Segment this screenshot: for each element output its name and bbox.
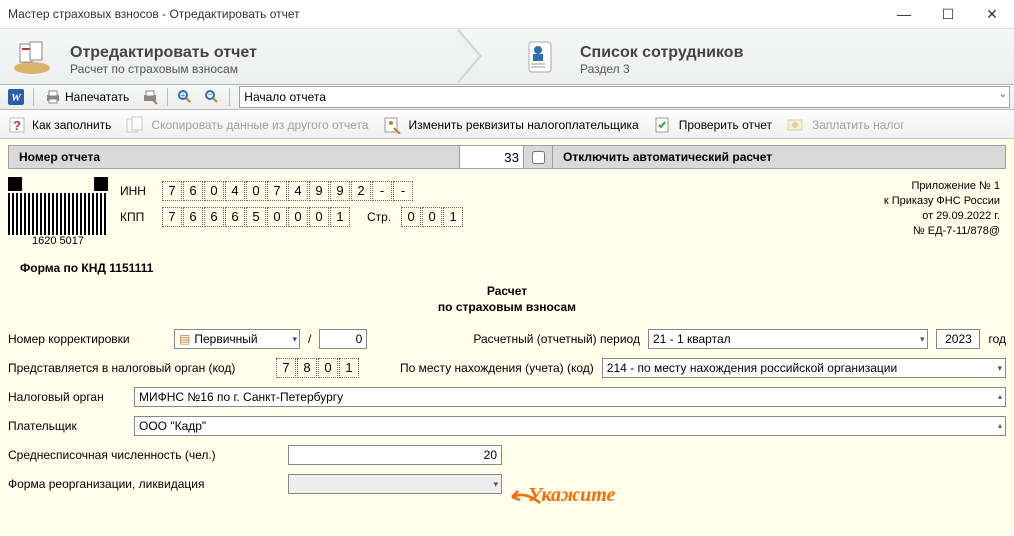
copy-from-report-label: Скопировать данные из другого отчета <box>151 118 368 132</box>
chevron-down-icon: ▾ <box>920 334 925 345</box>
wizard-step2-subtitle: Раздел 3 <box>580 62 743 76</box>
report-number-input[interactable] <box>460 146 524 168</box>
chevron-down-icon: ▾ <box>292 334 297 345</box>
correction-type-dropdown[interactable]: ▤ Первичный ▾ <box>174 329 300 349</box>
wizard-step1-subtitle: Расчет по страховым взносам <box>70 62 257 76</box>
document-title: Расчет по страховым взносам <box>8 283 1006 315</box>
tax-org-value: МИФНС №16 по г. Санкт-Петербургу <box>139 390 343 404</box>
print-settings-button[interactable] <box>138 87 162 107</box>
inn-cells[interactable]: 7604074992-- <box>162 181 414 201</box>
wizard-step2-title: Список сотрудников <box>580 44 743 62</box>
word-export-button[interactable]: W <box>4 87 28 107</box>
correction-num-label: Номер корректировки <box>8 332 166 346</box>
reorg-dropdown[interactable]: ▾ <box>288 474 502 494</box>
wizard-step1-title: Отредактировать отчет <box>70 44 257 62</box>
form-knd-code: Форма по КНД 1151111 <box>20 261 1006 275</box>
svg-text:?: ? <box>13 118 21 133</box>
annotation-text: Укажите <box>528 484 615 507</box>
edit-taxpayer-button[interactable]: Изменить реквизиты налогоплательщика <box>382 116 638 134</box>
edit-taxpayer-label: Изменить реквизиты налогоплательщика <box>408 118 638 132</box>
close-button[interactable]: ✕ <box>970 0 1014 28</box>
kpp-cells[interactable]: 766650001 <box>162 207 351 227</box>
disable-autocalc-checkbox[interactable] <box>532 151 545 164</box>
how-to-fill-label: Как заполнить <box>32 118 111 132</box>
year-input[interactable] <box>936 329 980 349</box>
zoom-in-button[interactable]: + <box>173 87 197 107</box>
check-report-label: Проверить отчет <box>679 118 772 132</box>
wizard-step-edit[interactable]: Отредактировать отчет Расчет по страховы… <box>0 29 478 84</box>
chevron-up-icon: ▴ <box>998 421 1002 430</box>
chevron-down-icon: ▾ <box>493 479 498 490</box>
report-number-row: Номер отчета Отключить автоматический ра… <box>8 145 1006 169</box>
wizard-step-employees[interactable]: Список сотрудников Раздел 3 <box>478 29 743 84</box>
correction-type-value: Первичный <box>194 332 257 346</box>
place-dropdown[interactable]: 214 - по месту нахождения российской орг… <box>602 358 1006 378</box>
reorg-label: Форма реорганизации, ликвидация <box>8 477 280 491</box>
payer-dropdown[interactable]: ООО "Кадр" ▴ <box>134 416 1006 436</box>
tax-org-dropdown[interactable]: МИФНС №16 по г. Санкт-Петербургу ▴ <box>134 387 1006 407</box>
payer-label: Плательщик <box>8 419 126 433</box>
chevron-up-icon: ▴ <box>998 392 1002 401</box>
maximize-button[interactable]: ☐ <box>926 0 970 28</box>
pay-tax-button: Заплатить налог <box>786 116 905 134</box>
place-value: 214 - по месту нахождения российской орг… <box>607 361 897 375</box>
barcode: 1620 5017 <box>8 177 108 247</box>
page-label: Стр. <box>367 210 391 224</box>
slash: / <box>308 332 311 346</box>
window-title: Мастер страховых взносов - Отредактирова… <box>8 0 882 28</box>
disable-autocalc-label: Отключить автоматический расчет <box>553 146 1005 168</box>
period-dropdown[interactable]: 21 - 1 квартал ▾ <box>648 329 928 349</box>
report-icon <box>8 36 56 78</box>
chevron-down-icon: ⌄ <box>999 89 1007 100</box>
zoom-out-button[interactable]: − <box>200 87 224 107</box>
document-icon: ▤ <box>179 332 190 346</box>
correction-num-input[interactable] <box>319 329 367 349</box>
place-label: По месту нахождения (учета) (код) <box>400 361 594 375</box>
avg-count-input[interactable] <box>288 445 502 465</box>
period-label: Расчетный (отчетный) период <box>473 332 640 346</box>
avg-count-label: Среднесписочная численность (чел.) <box>8 448 280 462</box>
tax-org-code-label: Представляется в налоговый орган (код) <box>8 361 268 375</box>
page-cells: 001 <box>401 207 464 227</box>
copy-from-report-button: Скопировать данные из другого отчета <box>125 116 368 134</box>
inn-label: ИНН <box>120 184 152 198</box>
pay-tax-label: Заплатить налог <box>812 118 905 132</box>
section-dropdown[interactable]: Начало отчета ⌄ <box>239 86 1010 108</box>
print-button[interactable]: Напечатать <box>39 87 135 107</box>
print-label: Напечатать <box>65 90 129 104</box>
year-label: год <box>988 332 1006 346</box>
how-to-fill-button[interactable]: ? Как заполнить <box>8 116 111 134</box>
section-dropdown-value: Начало отчета <box>244 90 326 104</box>
svg-text:−: − <box>208 90 213 99</box>
minimize-button[interactable]: — <box>882 0 926 28</box>
payer-value: ООО "Кадр" <box>139 419 206 433</box>
employees-icon <box>518 36 566 78</box>
tax-org-label: Налоговый орган <box>8 390 126 404</box>
chevron-down-icon: ▾ <box>997 363 1002 374</box>
svg-text:+: + <box>181 91 186 100</box>
check-report-button[interactable]: Проверить отчет <box>653 116 772 134</box>
report-number-label: Номер отчета <box>9 146 460 168</box>
svg-text:W: W <box>11 92 22 104</box>
tax-org-code-cells[interactable]: 7801 <box>276 358 360 378</box>
kpp-label: КПП <box>120 210 152 224</box>
appendix-info: Приложение № 1 к Приказу ФНС России от 2… <box>884 177 1006 247</box>
barcode-number: 1620 5017 <box>8 235 108 247</box>
period-value: 21 - 1 квартал <box>653 332 731 346</box>
